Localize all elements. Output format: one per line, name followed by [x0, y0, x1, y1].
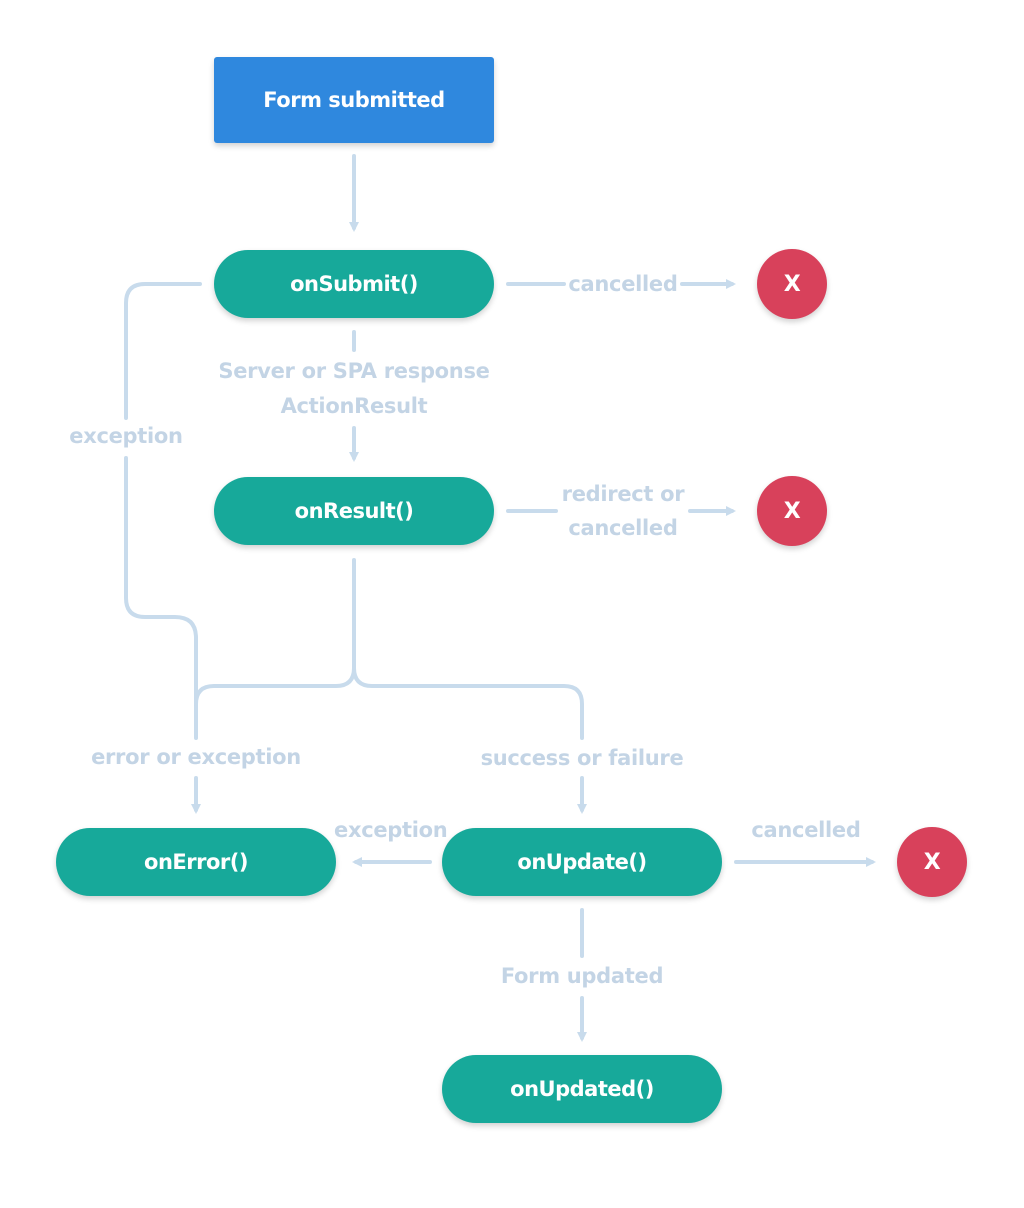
onerror-label: onError(): [144, 850, 248, 874]
onupdated-node[interactable]: onUpdated(): [442, 1055, 722, 1123]
label-update-cancelled: cancelled: [751, 818, 861, 842]
label-submit-exception: exception: [69, 424, 183, 448]
onsubmit-label: onSubmit(): [290, 272, 418, 296]
onerror-node[interactable]: onError(): [56, 828, 336, 896]
onresult-node[interactable]: onResult(): [214, 477, 494, 545]
edge-onsubmit-exception-bottom: [124, 456, 198, 740]
x-icon: X: [923, 849, 941, 875]
label-submit-cancelled: cancelled: [568, 272, 678, 296]
label-form-updated: Form updated: [500, 964, 664, 988]
onupdate-node[interactable]: onUpdate(): [442, 828, 722, 896]
x-icon: X: [783, 271, 801, 297]
edge-onsubmit-exception-top: [124, 282, 202, 420]
form-submitted-node[interactable]: Form submitted: [214, 57, 494, 143]
onsubmit-node[interactable]: onSubmit(): [214, 250, 494, 318]
form-submitted-label: Form submitted: [263, 88, 445, 112]
label-success-or-failure: success or failure: [480, 746, 684, 770]
onupdated-label: onUpdated(): [510, 1077, 654, 1101]
edge-onresult-down: [194, 558, 356, 706]
onsubmit-cancelled-end[interactable]: X: [757, 249, 827, 319]
label-response-line1: Server or SPA response: [218, 359, 490, 383]
onresult-redirect-end[interactable]: X: [757, 476, 827, 546]
label-redirect-line2: cancelled: [568, 516, 678, 540]
connector-layer: [124, 154, 876, 1042]
label-redirect-line1: redirect or: [561, 482, 685, 506]
onupdate-cancelled-end[interactable]: X: [897, 827, 967, 897]
label-error-or-exception: error or exception: [91, 745, 301, 769]
onupdate-label: onUpdate(): [517, 850, 647, 874]
onresult-label: onResult(): [294, 499, 414, 523]
edge-onresult-branch-right: [352, 666, 584, 740]
label-update-exception: exception: [334, 818, 448, 842]
x-icon: X: [783, 498, 801, 524]
label-response-line2: ActionResult: [280, 394, 428, 418]
